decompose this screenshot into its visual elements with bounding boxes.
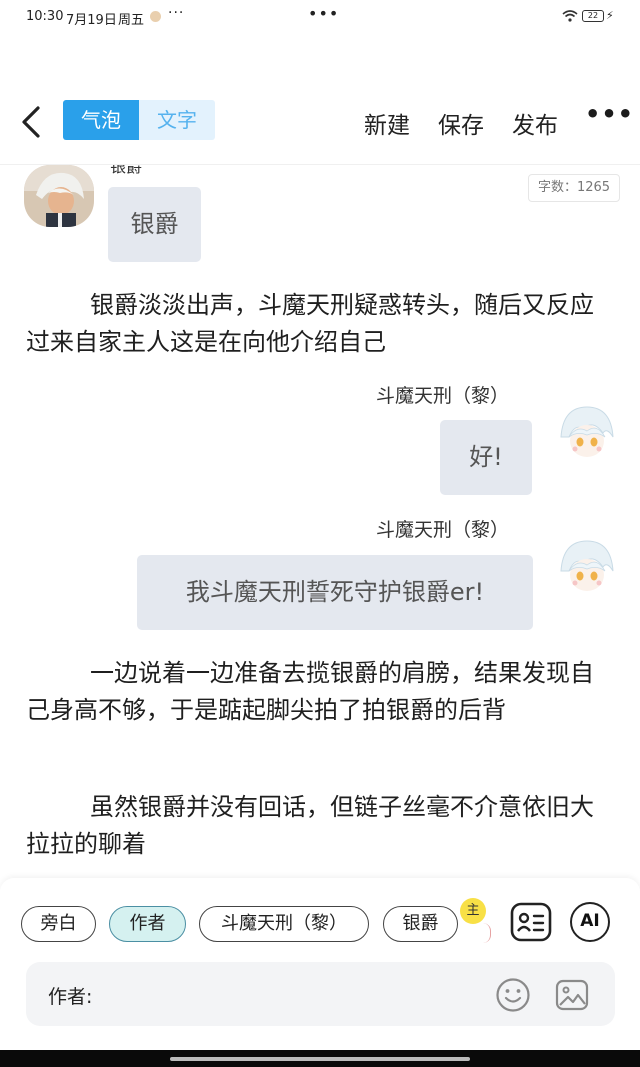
main-badge-tail [481, 923, 491, 943]
role-chip-yinjue[interactable]: 银爵 [383, 906, 458, 942]
speaker-name: 斗魔天刑（黎） [376, 385, 510, 407]
speaker-name: 银爵 [110, 165, 143, 176]
narration-paragraph[interactable]: 虽然银爵并没有回话，但链子丝毫不介意依旧大拉拉的聊着 [26, 789, 616, 863]
status-weekday: 周五 [118, 13, 145, 28]
tab-text[interactable]: 文字 [139, 100, 215, 140]
chat-bubble[interactable]: 我斗魔天刑誓死守护银爵er! [137, 555, 533, 630]
avatar-doumotianxing[interactable] [553, 397, 619, 473]
avatar-doumotianxing[interactable] [553, 531, 619, 607]
status-time: 10:30 [26, 9, 64, 24]
back-arrow-icon[interactable] [18, 102, 48, 142]
narration-paragraph[interactable]: 一边说着一边准备去揽银爵的肩膀，结果发现自己身高不够，于是踮起脚尖拍了拍银爵的后… [26, 655, 616, 729]
new-button[interactable]: 新建 [364, 106, 410, 140]
notification-icon [150, 11, 161, 22]
wifi-icon [562, 10, 578, 22]
system-nav-bar [0, 1050, 640, 1067]
role-chip-doumotianxing[interactable]: 斗魔天刑（黎） [199, 906, 369, 942]
narration-paragraph[interactable]: 银爵淡淡出声，斗魔天刑疑惑转头，随后又反应过来自家主人这是在向他介绍自己 [26, 287, 616, 361]
multiwindow-dots-icon[interactable]: ••• [308, 4, 339, 23]
message-input[interactable]: 作者: [26, 962, 615, 1026]
more-menu-icon[interactable]: ••• [585, 100, 634, 128]
status-bar: 10:30 7月19日 周五 ··· ••• 22 ⚡ [0, 0, 640, 34]
story-content: 银爵 字数：1265 银爵 银爵淡淡出声，斗魔天刑疑惑转头，随后又反应过来自家主… [0, 165, 640, 877]
app-screen: 10:30 7月19日 周五 ··· ••• 22 ⚡ 气泡 文字 新建 保存 … [0, 0, 640, 1067]
editor-toolbar: 气泡 文字 新建 保存 发布 ••• [0, 96, 640, 150]
image-icon[interactable] [554, 977, 590, 1013]
main-role-badge: 主 [460, 898, 486, 924]
tab-bubble[interactable]: 气泡 [63, 100, 139, 140]
charging-icon: ⚡ [606, 9, 614, 22]
save-button[interactable]: 保存 [438, 106, 484, 140]
speaker-name: 斗魔天刑（黎） [376, 519, 510, 541]
role-manage-icon[interactable] [510, 902, 552, 942]
avatar-yinjue[interactable] [24, 165, 94, 227]
publish-button[interactable]: 发布 [512, 106, 558, 140]
word-count-badge: 字数：1265 [528, 174, 620, 202]
compose-panel: 旁白 作者 斗魔天刑（黎） 银爵 主 AI 作者: [0, 878, 640, 1050]
chat-bubble[interactable]: 银爵 [108, 187, 201, 262]
role-chip-narration[interactable]: 旁白 [21, 906, 96, 942]
mode-switch: 气泡 文字 [63, 100, 215, 140]
chat-bubble[interactable]: 好! [440, 420, 532, 495]
status-date: 7月19日 [66, 13, 117, 28]
role-chip-author[interactable]: 作者 [109, 906, 186, 942]
input-role-label: 作者: [48, 986, 93, 1008]
status-more-icon: ··· [168, 5, 185, 21]
home-gesture-handle[interactable] [170, 1057, 470, 1061]
battery-icon: 22 [582, 10, 604, 22]
ai-assistant-icon[interactable]: AI [570, 902, 610, 942]
emoji-icon[interactable] [495, 977, 531, 1013]
